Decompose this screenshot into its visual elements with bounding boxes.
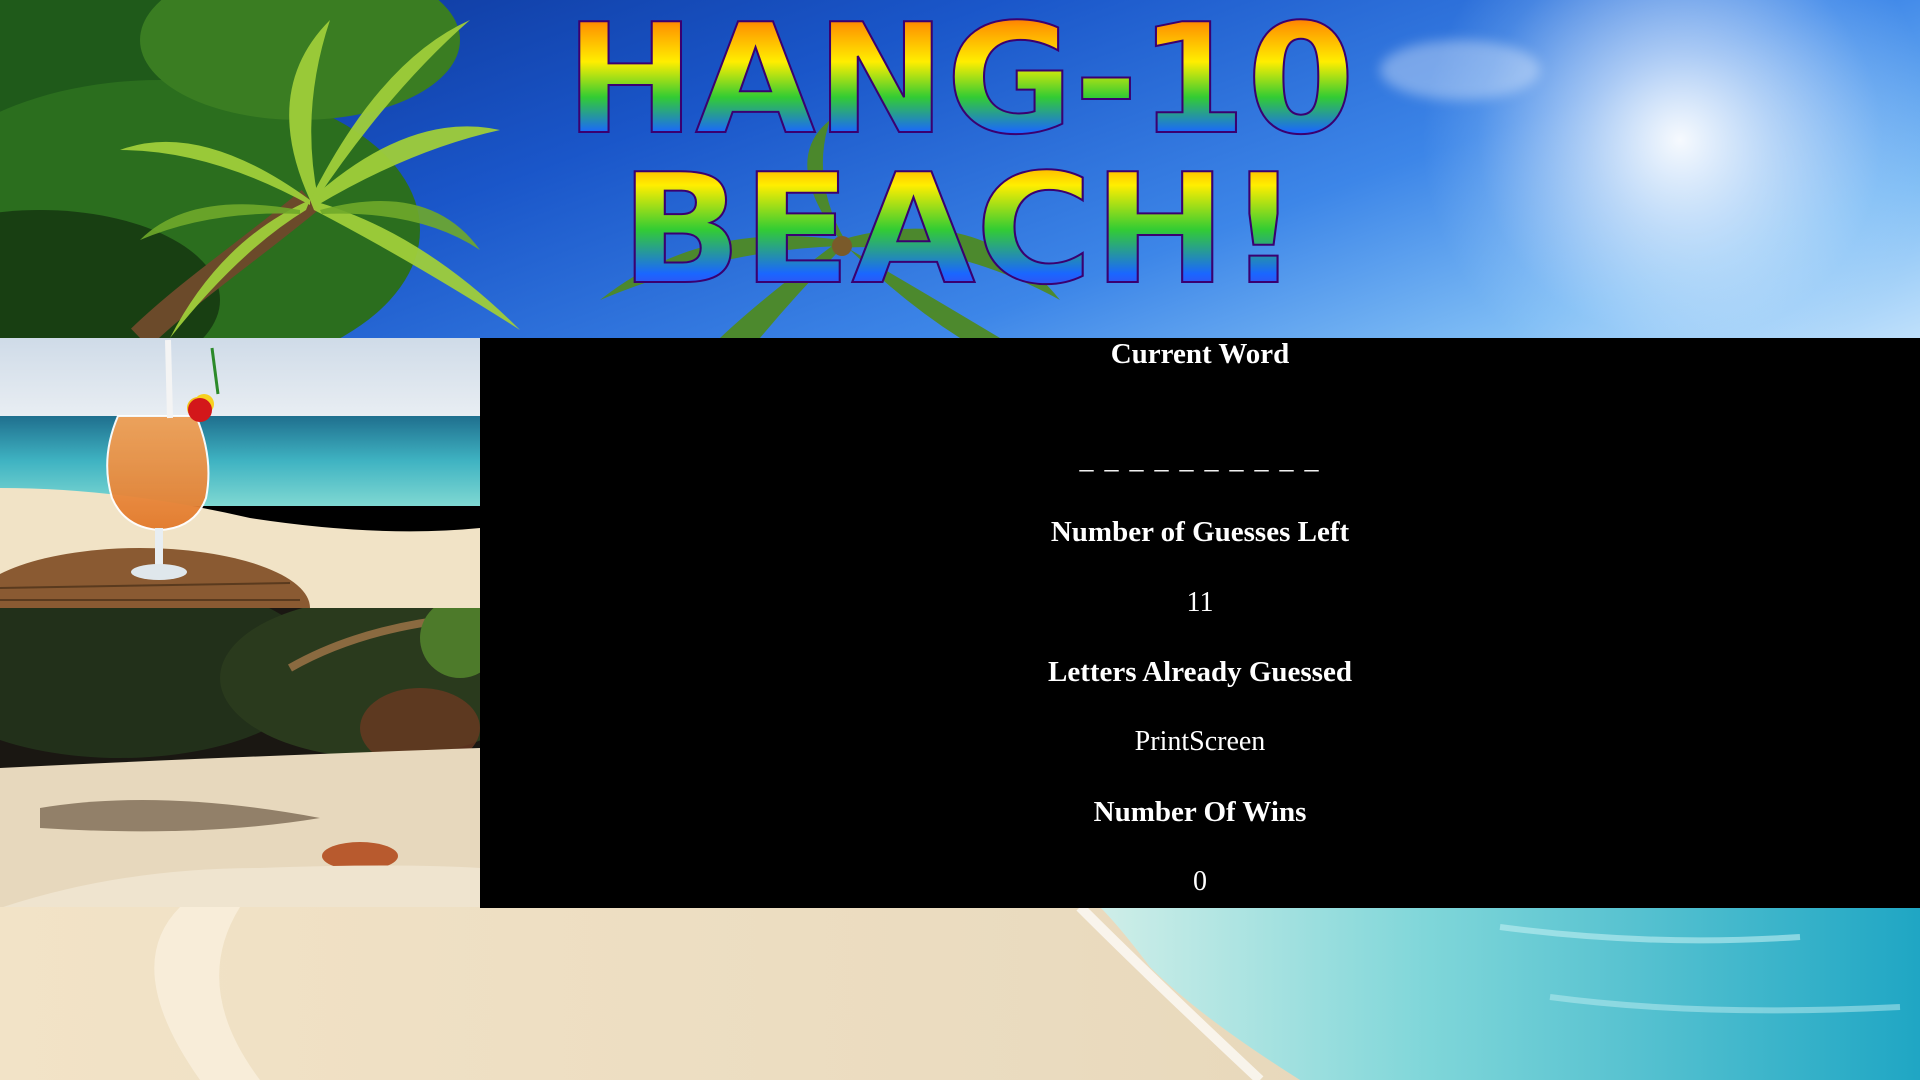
tropical-drink-image bbox=[0, 338, 480, 608]
letters-guessed-value: PrintScreen bbox=[1134, 726, 1266, 757]
beach-shoreline-image bbox=[0, 907, 1920, 1080]
wins-value: 0 bbox=[1193, 866, 1207, 897]
guesses-left-label: Number of Guesses Left bbox=[1050, 516, 1350, 548]
shaded-beach-image bbox=[0, 608, 480, 908]
current-word-label: Current Word bbox=[1110, 338, 1290, 370]
current-word-display: _ _ _ _ _ _ _ _ _ _ bbox=[1079, 444, 1321, 475]
letters-guessed-label: Letters Already Guessed bbox=[1048, 656, 1352, 688]
game-title: HANG-10 BEACH! bbox=[564, 0, 1356, 319]
header-banner: HANG-10 BEACH! bbox=[0, 0, 1920, 338]
game-panel: Current Word _ _ _ _ _ _ _ _ _ _ Number … bbox=[480, 338, 1920, 908]
page: HANG-10 BEACH! Current Word _ _ _ _ _ _ … bbox=[0, 0, 1920, 1080]
guesses-left-value: 11 bbox=[1186, 587, 1214, 618]
wins-label: Number Of Wins bbox=[1093, 796, 1307, 828]
title-line-2: BEACH! bbox=[620, 141, 1300, 318]
